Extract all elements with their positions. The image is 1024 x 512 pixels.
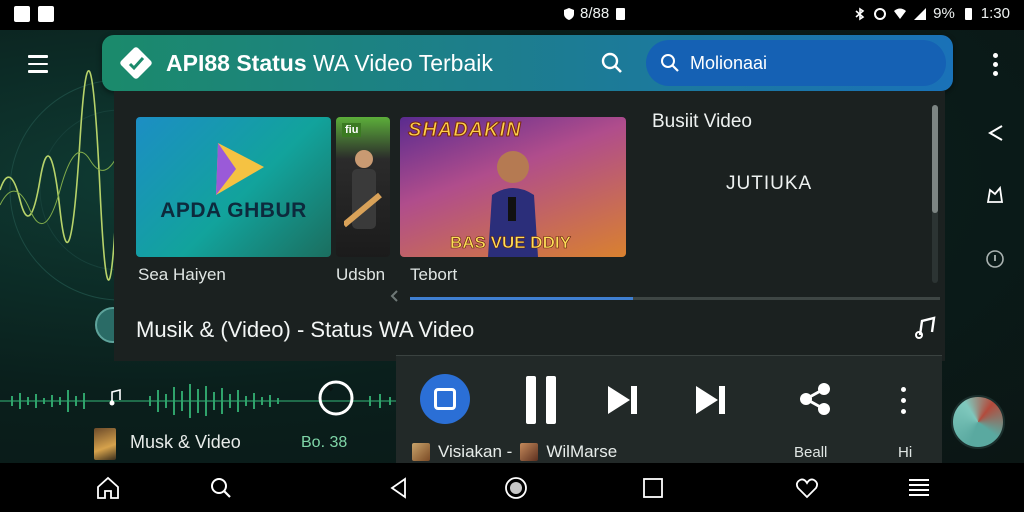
search-value[interactable]: Molionaai — [690, 53, 767, 74]
mini-thumbnail[interactable] — [94, 428, 116, 460]
mini-track-title[interactable]: Musk & Video — [130, 432, 241, 453]
avatar[interactable] — [951, 395, 1005, 449]
app-button[interactable] — [420, 374, 470, 424]
queue-thumbnail-2 — [520, 443, 539, 461]
app-title: API88 Status WA Video Terbaik — [166, 50, 493, 77]
thumbnail-1-caption: APDA GHBUR — [160, 199, 307, 222]
chevron-left-icon[interactable] — [388, 289, 400, 303]
sim-icon — [616, 7, 626, 20]
player-more-button[interactable] — [896, 380, 910, 420]
more-icon — [992, 52, 998, 58]
thumbnail-1-label[interactable]: Sea Haiyen — [138, 265, 226, 285]
search-input[interactable]: Molionaai — [646, 40, 946, 86]
search-icon[interactable] — [600, 51, 624, 75]
menu-icon — [28, 55, 48, 58]
info-icon[interactable] — [984, 248, 1006, 270]
app-title-rest: WA Video Terbaik — [306, 50, 493, 76]
alarm-icon — [874, 7, 887, 20]
menu-button[interactable] — [22, 50, 54, 78]
battery-percent: 9% — [933, 5, 955, 22]
music-note-icon[interactable] — [912, 315, 938, 341]
section-label: JUTIUKA — [726, 173, 813, 194]
back-arrow-icon[interactable] — [984, 122, 1006, 144]
app-icon — [434, 388, 456, 410]
player-label-2: Hi — [898, 444, 913, 461]
recent-icon[interactable] — [640, 475, 666, 501]
queue-thumbnail-1 — [412, 443, 430, 461]
player-bar: Visiakan - WilMarse Beall Hi — [396, 355, 942, 463]
navigation-bar — [0, 463, 1024, 512]
more-options-button[interactable] — [983, 50, 1007, 78]
clock: 1:30 — [980, 5, 1010, 22]
now-playing-title: Musik & (Video) - Status WA Video — [136, 317, 475, 342]
queue-item-2[interactable]: WilMarse — [546, 442, 617, 462]
progress-bar[interactable] — [410, 297, 940, 300]
shield-icon — [564, 7, 574, 20]
next-button[interactable] — [606, 384, 640, 416]
thumbnail-2-label[interactable]: Udsbn — [336, 265, 385, 285]
scrollbar[interactable] — [932, 105, 938, 283]
list-icon[interactable] — [906, 475, 932, 501]
mini-track-count: Bo. 38 — [301, 434, 348, 451]
app-bar: API88 Status WA Video Terbaik Molionaai — [102, 35, 953, 91]
battery-icon — [964, 7, 972, 20]
player-label-1: Beall — [794, 444, 828, 461]
bluetooth-icon — [855, 7, 865, 20]
section-title: Busiit Video — [652, 111, 752, 132]
play-logo-icon — [216, 143, 264, 195]
heart-icon[interactable] — [794, 475, 820, 501]
status-bar: 8/88 9% 1:30 — [0, 0, 1024, 30]
status-center: 8/88 — [562, 5, 627, 22]
logo-icon — [120, 47, 152, 79]
back-icon[interactable] — [386, 475, 412, 501]
guitarist-figure — [344, 150, 382, 229]
content-panel: APDA GHBUR fiu SHADAKIN BAS VUE DDIY Sea… — [114, 91, 945, 361]
record-icon[interactable] — [503, 475, 529, 501]
search-icon[interactable] — [208, 475, 234, 501]
status-notification-text: 8/88 — [580, 5, 610, 22]
share-icon[interactable] — [798, 382, 832, 416]
status-right: 9% 1:30 — [853, 5, 1010, 22]
progress-fill — [410, 297, 633, 300]
skip-button[interactable] — [694, 384, 728, 416]
queue-row[interactable]: Visiakan - WilMarse — [412, 442, 617, 462]
video-thumbnail-1[interactable]: APDA GHBUR — [136, 117, 331, 257]
queue-item-1[interactable]: Visiakan - — [438, 442, 512, 462]
more-icon — [900, 386, 906, 392]
search-field-icon — [661, 54, 679, 72]
scrollbar-thumb[interactable] — [932, 105, 938, 213]
pause-button[interactable] — [526, 376, 556, 424]
signal-icon — [914, 7, 927, 20]
media-icon — [38, 6, 54, 22]
status-left-icons — [14, 6, 54, 22]
video-thumbnail-2[interactable]: fiu — [336, 117, 390, 257]
thumbnail-3-caption: BAS VUE DDIY — [450, 233, 572, 253]
video-thumbnail-3[interactable]: SHADAKIN BAS VUE DDIY — [400, 117, 626, 257]
bookmark-icon[interactable] — [984, 184, 1006, 206]
wifi-icon — [894, 8, 907, 19]
home-icon[interactable] — [95, 475, 121, 501]
thumbnail-3-label[interactable]: Tebort — [410, 265, 457, 285]
app-title-bold: API88 Status — [166, 50, 307, 76]
notification-icon — [14, 6, 30, 22]
pause-icon — [526, 376, 536, 424]
thumbnail-2-tag: fiu — [342, 123, 362, 137]
music-note-icon — [109, 388, 121, 406]
refresh-button[interactable] — [316, 378, 356, 418]
